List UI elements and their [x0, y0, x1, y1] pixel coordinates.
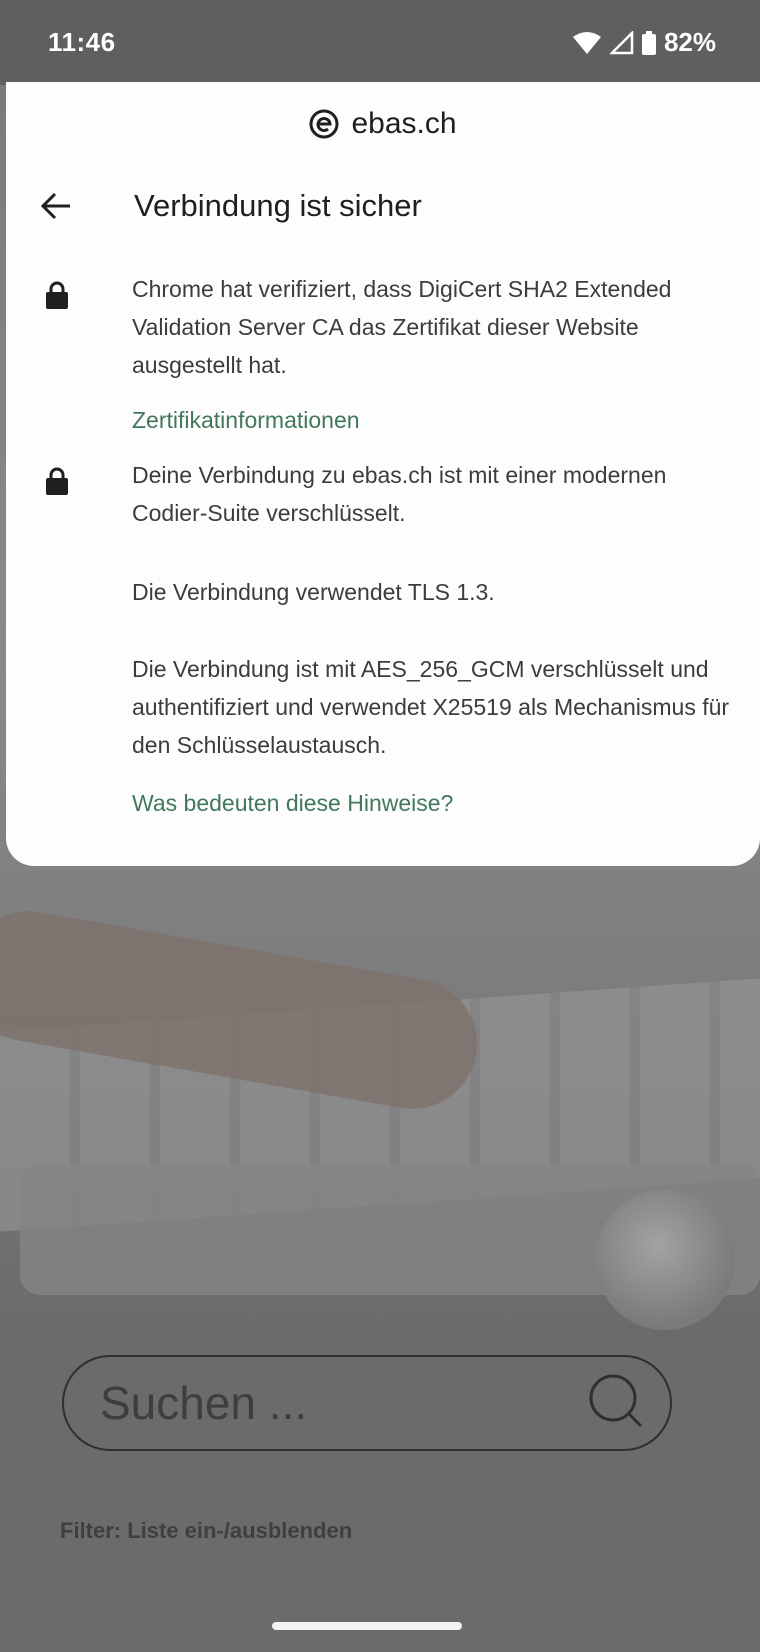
filter-link[interactable]: Filter: Liste ein-/ausblenden: [60, 1518, 352, 1544]
arrow-left-icon: [40, 192, 70, 220]
tls-text: Die Verbindung verwendet TLS 1.3.: [132, 579, 495, 605]
status-bar: 11:46 82%: [0, 0, 760, 85]
search-icon[interactable]: [586, 1371, 646, 1436]
lock-icon: [44, 466, 70, 496]
cipher-text: Die Verbindung ist mit AES_256_GCM versc…: [132, 656, 730, 758]
page-info-sheet: ebas.ch Verbindung ist sicher Chrome hat…: [6, 82, 760, 866]
wifi-icon: [572, 31, 602, 55]
connection-text: Deine Verbindung zu ebas.ch ist mit eine…: [132, 462, 667, 526]
cell-signal-icon: [609, 30, 634, 55]
status-icons: 82%: [572, 27, 716, 58]
battery-icon: [641, 30, 656, 55]
ebas-logo-icon: [309, 109, 339, 139]
certificate-text: Chrome hat verifiziert, dass DigiCert SH…: [132, 276, 672, 378]
help-link[interactable]: Was bedeuten diese Hinweise?: [132, 790, 453, 817]
search-input[interactable]: Suchen ...: [62, 1355, 672, 1451]
status-time: 11:46: [48, 27, 116, 57]
home-indicator[interactable]: [272, 1622, 462, 1630]
site-domain: ebas.ch: [351, 107, 457, 140]
battery-percent: 82%: [663, 27, 716, 57]
certificate-info-link[interactable]: Zertifikatinformationen: [132, 407, 360, 434]
search-placeholder: Suchen ...: [100, 1377, 308, 1429]
panel-title: Verbindung ist sicher: [134, 188, 422, 223]
back-button[interactable]: [34, 184, 78, 228]
site-header: ebas.ch: [6, 102, 760, 146]
lock-icon: [44, 280, 70, 310]
